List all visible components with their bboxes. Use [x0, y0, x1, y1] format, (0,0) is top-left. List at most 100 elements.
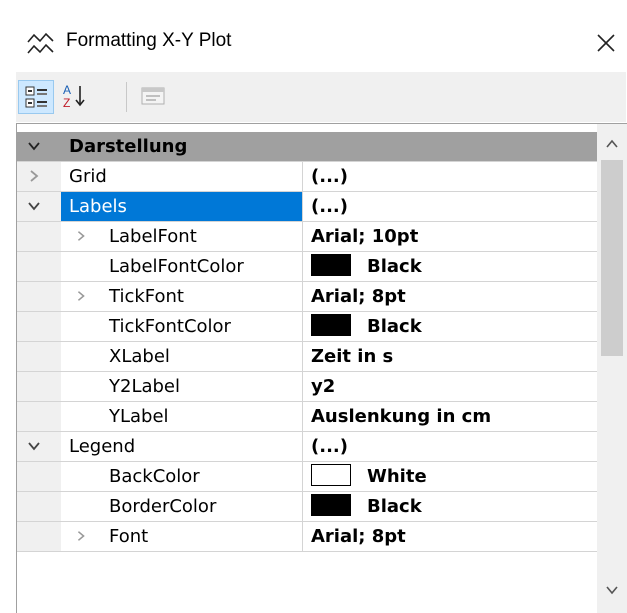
row-margin: [17, 162, 61, 191]
property-pages-button[interactable]: [136, 80, 172, 114]
window-title: Formatting X-Y Plot: [66, 30, 232, 51]
property-name-label: XLabel: [109, 346, 170, 367]
property-name-label: Legend: [69, 436, 136, 457]
property-row[interactable]: Font Arial; 8pt: [17, 522, 597, 552]
property-value[interactable]: Black: [303, 312, 597, 341]
vertical-scrollbar[interactable]: [597, 124, 627, 613]
property-name-label: Font: [109, 526, 149, 547]
property-value[interactable]: y2: [303, 372, 597, 401]
property-value-text: (...): [311, 196, 348, 217]
row-margin: [17, 132, 61, 161]
row-margin: [17, 342, 61, 371]
property-value[interactable]: Black: [303, 252, 597, 281]
property-row[interactable]: LabelFont Arial; 10pt: [17, 222, 597, 252]
property-value-text: y2: [311, 376, 336, 397]
row-margin: [17, 402, 61, 431]
property-name-label: Darstellung: [69, 136, 188, 157]
property-name[interactable]: LabelFontColor: [61, 252, 303, 281]
property-pages-icon: [141, 87, 165, 105]
property-value[interactable]: Arial; 8pt: [303, 522, 597, 551]
property-name-label: Grid: [69, 166, 107, 187]
property-name[interactable]: Darstellung: [61, 132, 597, 161]
property-name[interactable]: LabelFont: [61, 222, 303, 251]
property-value-text: Auslenkung in cm: [311, 406, 492, 427]
property-name-label: BorderColor: [109, 496, 217, 517]
property-row[interactable]: TickFont Arial; 8pt: [17, 282, 597, 312]
property-row[interactable]: XLabel Zeit in s: [17, 342, 597, 372]
property-name-label: YLabel: [109, 406, 169, 427]
property-row[interactable]: TickFontColor Black: [17, 312, 597, 342]
close-icon[interactable]: [590, 26, 622, 60]
property-name[interactable]: Grid: [61, 162, 303, 191]
property-value[interactable]: (...): [303, 432, 597, 461]
row-margin: [17, 312, 61, 341]
property-row[interactable]: Y2Label y2: [17, 372, 597, 402]
color-swatch: [311, 464, 351, 486]
xy-plot-icon: [27, 32, 54, 54]
property-name[interactable]: Legend: [61, 432, 303, 461]
property-name-label: Y2Label: [109, 376, 181, 397]
property-row[interactable]: BorderColor Black: [17, 492, 597, 522]
chevron-right-icon[interactable]: [75, 530, 87, 542]
property-value[interactable]: Auslenkung in cm: [303, 402, 597, 431]
row-margin: [17, 222, 61, 251]
toolbar-separator: [126, 82, 127, 112]
color-swatch: [311, 254, 351, 276]
alphabetical-button[interactable]: A Z: [58, 80, 94, 114]
property-name[interactable]: XLabel: [61, 342, 303, 371]
properties-window: Formatting X-Y Plot A Z Darstellung Grid…: [0, 0, 627, 613]
property-value-text: Arial; 8pt: [311, 286, 406, 307]
property-name[interactable]: TickFont: [61, 282, 303, 311]
property-name[interactable]: BorderColor: [61, 492, 303, 521]
row-margin: [17, 252, 61, 281]
property-value[interactable]: Arial; 8pt: [303, 282, 597, 311]
property-value[interactable]: (...): [303, 192, 597, 221]
property-name-label: TickFontColor: [109, 316, 231, 337]
property-grid: Darstellung Grid (...) Labels (...) LabelFont…: [16, 123, 627, 613]
property-value[interactable]: Black: [303, 492, 597, 521]
property-name[interactable]: BackColor: [61, 462, 303, 491]
property-name[interactable]: Labels: [61, 192, 303, 221]
property-value[interactable]: White: [303, 462, 597, 491]
chevron-right-icon[interactable]: [75, 290, 87, 302]
property-row[interactable]: BackColor White: [17, 462, 597, 492]
row-margin: [17, 372, 61, 401]
scroll-down-icon[interactable]: [601, 578, 623, 602]
property-name-label: TickFont: [109, 286, 184, 307]
property-value[interactable]: (...): [303, 162, 597, 191]
row-margin: [17, 462, 61, 491]
chevron-down-icon[interactable]: [27, 199, 41, 213]
scroll-up-icon[interactable]: [601, 132, 623, 156]
chevron-down-icon[interactable]: [27, 139, 41, 153]
property-name[interactable]: YLabel: [61, 402, 303, 431]
scrollbar-thumb[interactable]: [601, 160, 623, 356]
property-value-text: (...): [311, 436, 348, 457]
color-swatch: [311, 314, 351, 336]
property-name[interactable]: Font: [61, 522, 303, 551]
sort-az-icon: A Z: [63, 83, 85, 110]
categorized-button[interactable]: [18, 80, 54, 114]
property-row[interactable]: YLabel Auslenkung in cm: [17, 402, 597, 432]
chevron-right-icon[interactable]: [75, 230, 87, 242]
row-margin: [17, 192, 61, 221]
property-name[interactable]: Y2Label: [61, 372, 303, 401]
property-toolbar: A Z: [16, 72, 626, 122]
property-row[interactable]: Grid (...): [17, 162, 597, 192]
property-value[interactable]: Zeit in s: [303, 342, 597, 371]
property-value-text: Arial; 10pt: [311, 226, 419, 247]
categorized-icon: [25, 86, 47, 108]
category-row[interactable]: Darstellung: [17, 132, 597, 162]
chevron-right-icon[interactable]: [27, 169, 41, 183]
property-name-label: LabelFontColor: [109, 256, 244, 277]
property-name[interactable]: TickFontColor: [61, 312, 303, 341]
property-name-label: BackColor: [109, 466, 200, 487]
row-margin: [17, 522, 61, 551]
property-row[interactable]: Labels (...): [17, 192, 597, 222]
chevron-down-icon[interactable]: [27, 439, 41, 453]
property-row[interactable]: Legend (...): [17, 432, 597, 462]
property-value-text: Black: [367, 316, 422, 337]
color-swatch: [311, 494, 351, 516]
property-value-text: (...): [311, 166, 348, 187]
property-row[interactable]: LabelFontColor Black: [17, 252, 597, 282]
property-value[interactable]: Arial; 10pt: [303, 222, 597, 251]
